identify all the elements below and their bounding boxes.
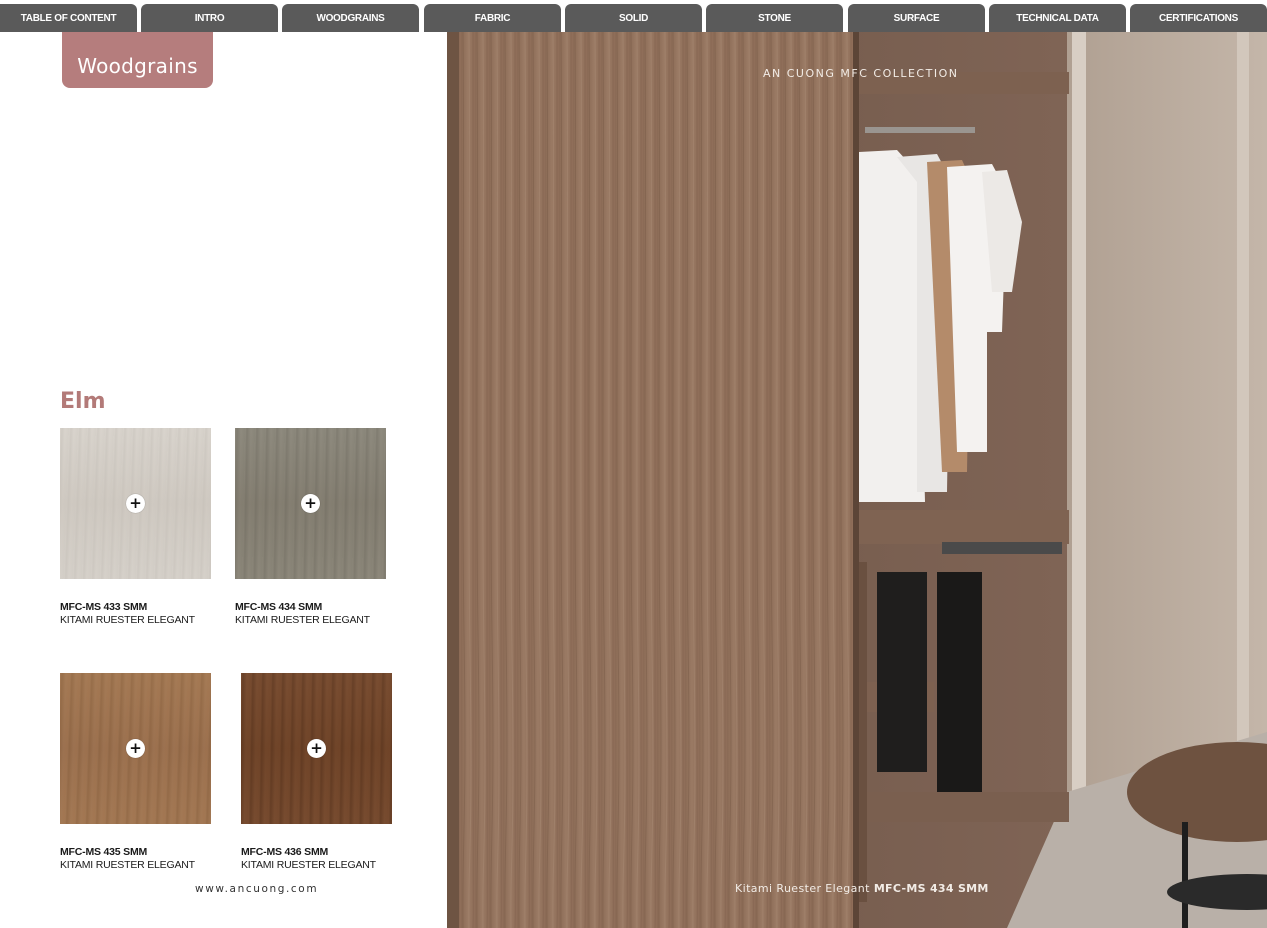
swatch-code: MFC-MS 433 SMM: [60, 601, 148, 613]
swatch-ms-436[interactable]: +: [241, 673, 392, 824]
interior-photo-page: AN CUONG MFC COLLECTION Kitami Ruester E…: [447, 32, 1267, 928]
swatch-code: MFC-MS 436 SMM: [241, 846, 329, 858]
tab-surface[interactable]: SURFACE: [848, 4, 985, 32]
zoom-plus-icon[interactable]: +: [307, 739, 326, 758]
tab-stone[interactable]: STONE: [706, 4, 843, 32]
tab-table-of-content[interactable]: TABLE OF CONTENT: [0, 4, 137, 32]
family-title: Elm: [60, 389, 106, 414]
caption-decor-name: Kitami Ruester Elegant: [735, 882, 870, 895]
photo-caption: Kitami Ruester Elegant MFC-MS 434 SMM: [735, 882, 989, 895]
wardrobe-photo: [447, 32, 1267, 928]
caption-decor-code: MFC-MS 434 SMM: [873, 882, 989, 895]
catalog-viewer: TABLE OF CONTENT INTRO WOODGRAINS FABRIC…: [0, 0, 1267, 928]
swatch-name: KITAMI RUESTER ELEGANT: [60, 859, 195, 871]
zoom-plus-icon[interactable]: +: [126, 739, 145, 758]
tab-intro[interactable]: INTRO: [141, 4, 278, 32]
tab-technical-data[interactable]: TECHNICAL DATA: [989, 4, 1126, 32]
zoom-plus-icon[interactable]: +: [301, 494, 320, 513]
zoom-plus-icon[interactable]: +: [126, 494, 145, 513]
swatch-code: MFC-MS 434 SMM: [235, 601, 323, 613]
swatch-name: KITAMI RUESTER ELEGANT: [241, 859, 376, 871]
swatch-code: MFC-MS 435 SMM: [60, 846, 148, 858]
swatch-ms-434[interactable]: +: [235, 428, 386, 579]
swatch-name: KITAMI RUESTER ELEGANT: [60, 614, 195, 626]
tab-woodgrains[interactable]: WOODGRAINS: [282, 4, 419, 32]
swatch-name: KITAMI RUESTER ELEGANT: [235, 614, 370, 626]
website-link[interactable]: www.ancuong.com: [195, 883, 318, 895]
tab-solid[interactable]: SOLID: [565, 4, 702, 32]
swatch-ms-435[interactable]: +: [60, 673, 211, 824]
tab-certifications[interactable]: CERTIFICATIONS: [1130, 4, 1267, 32]
swatch-ms-433[interactable]: +: [60, 428, 211, 579]
tab-fabric[interactable]: FABRIC: [424, 4, 561, 32]
collection-label: AN CUONG MFC COLLECTION: [763, 67, 959, 80]
section-badge: Woodgrains: [62, 32, 213, 88]
left-catalog-page: Woodgrains Elm + MFC-MS 433 SMM KITAMI R…: [0, 32, 447, 928]
top-navigation: TABLE OF CONTENT INTRO WOODGRAINS FABRIC…: [0, 0, 1267, 32]
